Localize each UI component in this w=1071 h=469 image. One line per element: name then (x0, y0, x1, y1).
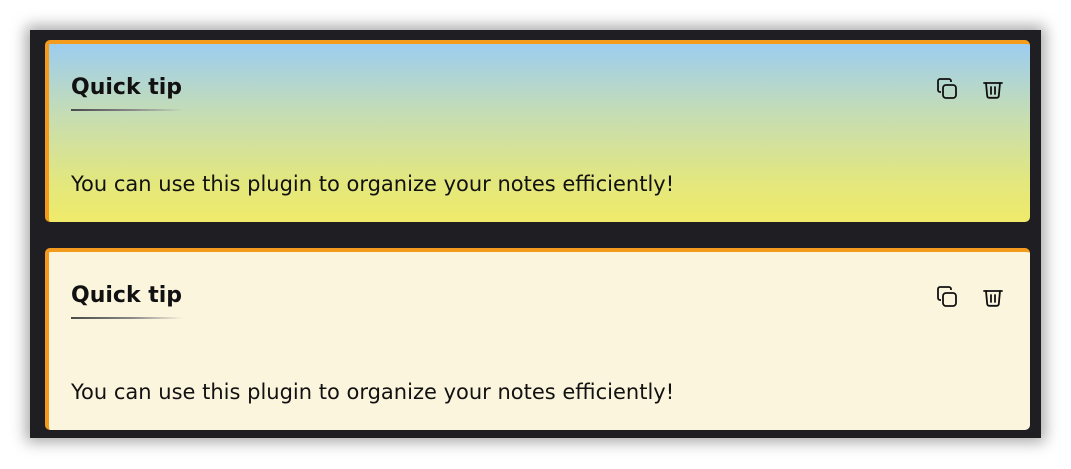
copy-button[interactable] (933, 285, 961, 313)
card-title: Quick tip (71, 75, 183, 100)
trash-icon (981, 285, 1005, 313)
delete-button[interactable] (979, 77, 1007, 105)
copy-button[interactable] (933, 77, 961, 105)
title-underline (71, 109, 183, 111)
title-underline (71, 317, 183, 319)
notes-panel: Quick tip You can use this plugin to org… (30, 30, 1041, 438)
copy-icon (935, 77, 959, 105)
trash-icon (981, 77, 1005, 105)
tip-card: Quick tip You can use this plugin to org… (45, 248, 1030, 430)
delete-button[interactable] (979, 285, 1007, 313)
card-title: Quick tip (71, 283, 183, 308)
card-body: You can use this plugin to organize your… (71, 380, 675, 404)
tip-card: Quick tip You can use this plugin to org… (45, 40, 1030, 222)
card-body: You can use this plugin to organize your… (71, 172, 675, 196)
copy-icon (935, 285, 959, 313)
